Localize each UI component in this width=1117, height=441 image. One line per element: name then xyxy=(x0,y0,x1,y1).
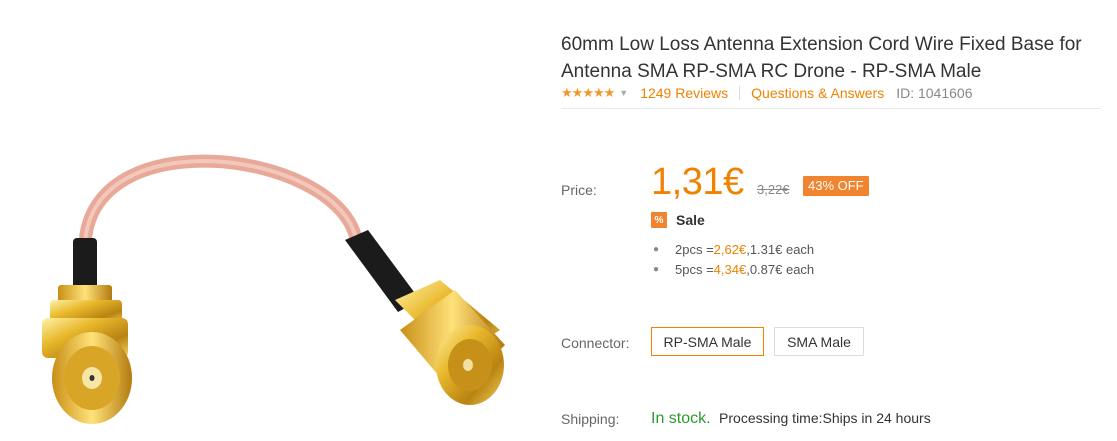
product-title: 60mm Low Loss Antenna Extension Cord Wir… xyxy=(561,33,1082,82)
product-id: ID: 1041606 xyxy=(896,85,973,101)
reviews-link[interactable]: 1249 Reviews xyxy=(640,85,728,101)
tier-quantity: 2pcs = xyxy=(675,241,714,257)
divider xyxy=(739,86,741,100)
stock-status: In stock. xyxy=(651,410,711,427)
star-icon: ★ xyxy=(603,85,616,100)
shipping-label: Shipping: xyxy=(561,411,620,427)
star-icon: ★ xyxy=(571,85,584,100)
star-icon: ★ xyxy=(561,85,573,100)
bullet: ● xyxy=(653,243,660,255)
sale-row: % Sale xyxy=(651,212,705,228)
tier-quantity: 5pcs = xyxy=(675,261,714,277)
star-rating[interactable]: ★ ★ ★ ★ ★ xyxy=(561,85,616,100)
product-image[interactable] xyxy=(0,0,550,441)
caret-down-icon[interactable]: ▼ xyxy=(619,88,628,98)
rating-row: ★ ★ ★ ★ ★ ▼ 1249 Reviews Questions & Ans… xyxy=(561,83,1101,103)
option-sma-male[interactable]: SMA Male xyxy=(774,327,864,356)
connector-label: Connector: xyxy=(561,335,630,351)
processing-time: Processing time:Ships in 24 hours xyxy=(719,410,931,426)
questions-answers-link[interactable]: Questions & Answers xyxy=(751,85,884,101)
bulk-price-tiers: ● 2pcs = 2,62€ ,1.31€ each ● 5pcs = 4,34… xyxy=(653,239,814,279)
sale-percent-icon: % xyxy=(651,212,667,228)
bullet: ● xyxy=(653,263,660,275)
tier-total: 2,62€ xyxy=(713,241,747,257)
option-rp-sma-male[interactable]: RP-SMA Male xyxy=(651,327,764,356)
shipping-info: In stock. Processing time:Ships in 24 ho… xyxy=(651,410,931,428)
price-label: Price: xyxy=(561,182,597,198)
tier-each: ,1.31€ each xyxy=(746,241,815,257)
tier-each: ,0.87€ each xyxy=(746,261,815,277)
star-icon: ★ xyxy=(582,85,594,100)
tier-row: ● 2pcs = 2,62€ ,1.31€ each xyxy=(653,239,814,259)
discount-badge: 43% OFF xyxy=(803,176,869,196)
current-price: 1,31€ xyxy=(651,161,744,203)
tier-row: ● 5pcs = 4,34€ ,0.87€ each xyxy=(653,259,814,279)
divider xyxy=(561,108,1101,109)
original-price: 3,22€ xyxy=(757,182,790,197)
tier-total: 4,34€ xyxy=(713,261,747,277)
star-icon: ★ xyxy=(592,85,605,100)
sale-label: Sale xyxy=(676,212,705,228)
